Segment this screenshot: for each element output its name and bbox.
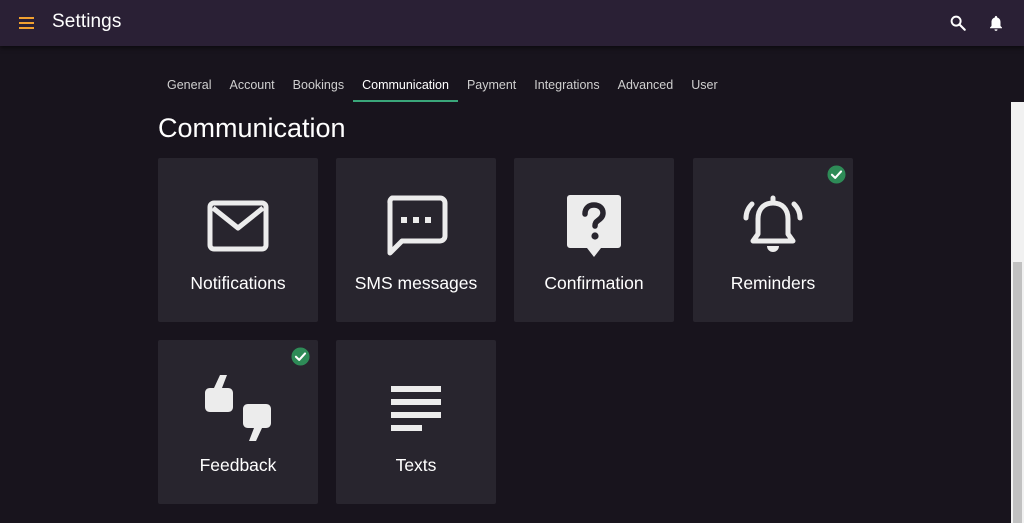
settings-tabs: General Account Bookings Communication P… (158, 68, 727, 102)
tab-user[interactable]: User (682, 68, 726, 102)
tab-account[interactable]: Account (220, 68, 283, 102)
card-label: Notifications (190, 273, 286, 293)
card-texts[interactable]: Texts (336, 340, 496, 504)
card-sms-messages[interactable]: SMS messages (336, 158, 496, 322)
tab-communication[interactable]: Communication (353, 68, 458, 102)
page-title: Communication (158, 113, 346, 143)
notifications-button[interactable] (981, 8, 1011, 38)
card-label: Texts (395, 455, 437, 475)
envelope-icon (207, 200, 269, 252)
tab-general[interactable]: General (158, 68, 220, 102)
card-label: Reminders (730, 273, 816, 293)
sms-icon (387, 195, 448, 256)
tab-bookings[interactable]: Bookings (284, 68, 353, 102)
scrollbar-thumb[interactable] (1013, 262, 1022, 523)
question-icon (567, 195, 621, 257)
tab-integrations[interactable]: Integrations (525, 68, 608, 102)
text-lines-icon (391, 386, 441, 431)
card-label: Feedback (199, 455, 277, 475)
card-label: Confirmation (544, 273, 644, 293)
app-bar: Settings (0, 0, 1024, 46)
search-icon (950, 15, 966, 31)
tab-advanced[interactable]: Advanced (609, 68, 683, 102)
search-button[interactable] (943, 8, 973, 38)
card-notifications[interactable]: Notifications (158, 158, 318, 322)
menu-button[interactable] (12, 8, 42, 38)
alarm-bell-icon (743, 195, 803, 252)
card-confirmation[interactable]: Confirmation (514, 158, 674, 322)
menu-icon (19, 17, 34, 29)
card-reminders[interactable]: Reminders (693, 158, 853, 322)
tab-payment[interactable]: Payment (458, 68, 525, 102)
bell-icon (990, 15, 1002, 31)
quote-icon (205, 375, 271, 441)
app-title: Settings (52, 11, 122, 32)
check-circle-icon (827, 165, 846, 184)
check-circle-icon (291, 347, 310, 366)
card-label: SMS messages (354, 273, 478, 293)
card-feedback[interactable]: Feedback (158, 340, 318, 504)
